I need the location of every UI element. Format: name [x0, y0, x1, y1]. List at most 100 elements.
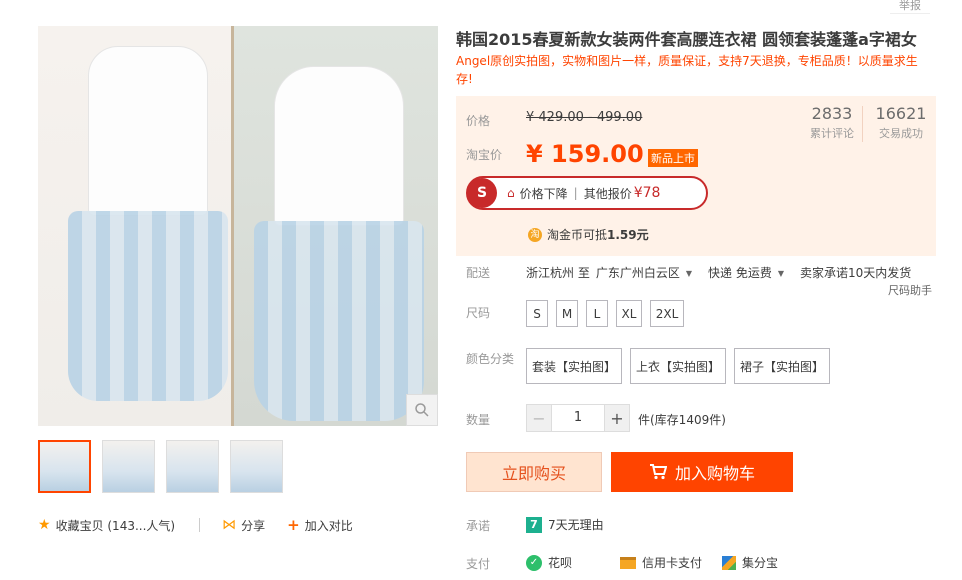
- other-price-label: 其他报价: [583, 186, 632, 201]
- divider: [199, 518, 201, 532]
- thumbnail-3[interactable]: [166, 440, 219, 493]
- add-to-cart-button[interactable]: 加入购物车: [611, 452, 793, 492]
- price-logo-icon: S: [467, 178, 497, 208]
- size-option[interactable]: XL: [616, 300, 642, 327]
- payment-label: 支付: [466, 557, 491, 571]
- quantity-label: 数量: [466, 413, 491, 427]
- size-option[interactable]: L: [586, 300, 608, 327]
- thumbnail-2[interactable]: [102, 440, 155, 493]
- sales-count[interactable]: 16621 交易成功: [866, 104, 936, 141]
- review-count[interactable]: 2833 累计评论: [796, 104, 868, 141]
- compare-button[interactable]: + 加入对比: [287, 516, 353, 534]
- blouse-shape: [88, 46, 208, 216]
- compare-label: 加入对比: [304, 518, 353, 533]
- review-count-value: 2833: [811, 104, 853, 123]
- add-to-cart-label: 加入购物车: [674, 464, 755, 483]
- share-button[interactable]: ⋈ 分享: [222, 517, 265, 534]
- ship-promise: 卖家承诺10天内发货: [799, 266, 912, 280]
- coin-icon: 淘: [528, 227, 542, 242]
- size-option[interactable]: M: [556, 300, 578, 327]
- star-icon: ★: [38, 517, 51, 533]
- favorite-button[interactable]: ★ 收藏宝贝 (143...人气): [38, 517, 175, 534]
- ship-method-value: 快递 免运费: [708, 266, 772, 280]
- shipping-label: 配送: [466, 266, 491, 280]
- product-title: 韩国2015春夏新款女装两件套高腰连衣裙 圆领套装蓬蓬a字裙女: [456, 30, 917, 49]
- promo-price: ¥ 159.00: [526, 140, 644, 168]
- chevron-down-icon: ▼: [685, 269, 692, 278]
- plus-icon: +: [287, 516, 300, 534]
- shipping-info: 浙江杭州 至 广东广州白云区 ▼ 快递 免运费 ▼ 卖家承诺10天内发货: [526, 264, 911, 281]
- share-icon: ⋈: [222, 517, 237, 533]
- size-options: S M L XL 2XL: [526, 300, 684, 327]
- main-product-image[interactable]: [38, 26, 438, 426]
- coin-amount: 1.59元: [607, 228, 649, 242]
- decrease-button[interactable]: −: [526, 404, 552, 432]
- size-option[interactable]: 2XL: [650, 300, 684, 327]
- thumbnail-strip: [38, 440, 283, 493]
- huabei-icon: ✓: [526, 554, 542, 571]
- payment-huabei[interactable]: ✓ 花呗: [526, 554, 572, 571]
- thumbnail-1[interactable]: [38, 440, 91, 493]
- payment-name: 花呗: [548, 556, 573, 570]
- jifen-icon: [722, 555, 737, 570]
- product-actions: ★ 收藏宝贝 (143...人气) ⋈ 分享 + 加入对比: [38, 516, 353, 534]
- pill-separator: |: [573, 186, 578, 200]
- promise-item[interactable]: 7 7天无理由: [526, 516, 604, 533]
- price-drop-text: 价格下降: [519, 186, 568, 201]
- seven-day-icon: 7: [526, 516, 542, 533]
- price-label: 价格: [466, 114, 491, 128]
- ship-method-select[interactable]: 快递 免运费 ▼: [708, 264, 800, 281]
- product-photo-left: [38, 26, 234, 426]
- taojinbi-row: 淘 淘金币可抵 1.59元: [528, 226, 649, 243]
- increase-button[interactable]: +: [604, 404, 630, 432]
- ship-to-value: 广东广州白云区: [595, 266, 680, 280]
- size-label: 尺码: [466, 306, 491, 320]
- report-link[interactable]: 举报: [890, 0, 930, 14]
- review-count-label: 累计评论: [810, 127, 854, 140]
- promo-price-label: 淘宝价: [466, 148, 503, 162]
- house-icon: ⌂: [507, 186, 515, 200]
- product-subtitle: Angel原创实拍图，实物和图片一样，质量保证，支持7天退换，专柜品质！以质量求…: [456, 54, 918, 86]
- chevron-down-icon: ▼: [777, 269, 784, 278]
- color-option[interactable]: 套装【实拍图】: [526, 348, 622, 384]
- cart-icon: [649, 464, 667, 480]
- payment-name: 信用卡支付: [642, 556, 703, 570]
- size-option[interactable]: S: [526, 300, 548, 327]
- thumbnail-4[interactable]: [230, 440, 283, 493]
- color-option[interactable]: 上衣【实拍图】: [630, 348, 726, 384]
- color-label: 颜色分类: [466, 352, 515, 366]
- sales-count-value: 16621: [875, 104, 927, 123]
- zoom-button[interactable]: [406, 394, 438, 426]
- skirt-shape: [254, 221, 424, 421]
- share-label: 分享: [241, 518, 266, 533]
- buy-now-button[interactable]: 立即购买: [466, 452, 602, 492]
- blouse-shape: [274, 66, 404, 226]
- promise-label: 承诺: [466, 519, 491, 533]
- payment-methods: ✓ 花呗 信用卡支付 集分宝: [526, 554, 798, 571]
- sales-count-label: 交易成功: [879, 127, 923, 140]
- ship-from: 浙江杭州 至: [526, 266, 590, 280]
- other-price-value: ¥78: [633, 185, 661, 201]
- stats-divider: [862, 106, 863, 142]
- payment-jifen[interactable]: 集分宝: [722, 554, 778, 571]
- quantity-input[interactable]: 1: [552, 404, 604, 432]
- promise-text: 7天无理由: [548, 518, 604, 532]
- skirt-shape: [68, 211, 228, 401]
- credit-card-icon: [620, 556, 637, 569]
- price-drop-pill[interactable]: S ⌂ 价格下降 | 其他报价 ¥78: [466, 176, 708, 210]
- size-helper-link[interactable]: 尺码助手: [888, 282, 932, 298]
- price-panel: 价格 ¥ 429.00 - 499.00 淘宝价 ¥ 159.00 新品上市 2…: [456, 96, 936, 256]
- magnifier-icon: [415, 403, 429, 417]
- color-options: 套装【实拍图】 上衣【实拍图】 裙子【实拍图】: [526, 348, 830, 384]
- quantity-stepper: − 1 +: [526, 404, 630, 432]
- stock-text: 件(库存1409件): [638, 413, 726, 427]
- ship-to-select[interactable]: 广东广州白云区 ▼: [596, 264, 708, 281]
- coin-text: 淘金币可抵: [547, 228, 608, 242]
- payment-credit-card[interactable]: 信用卡支付: [620, 554, 702, 571]
- favorite-label: 收藏宝贝 (143...人气): [55, 518, 176, 533]
- color-option[interactable]: 裙子【实拍图】: [734, 348, 830, 384]
- payment-name: 集分宝: [742, 556, 779, 570]
- new-arrival-badge: 新品上市: [648, 149, 698, 167]
- original-price: ¥ 429.00 - 499.00: [526, 110, 643, 125]
- product-photo-right: [234, 26, 438, 426]
